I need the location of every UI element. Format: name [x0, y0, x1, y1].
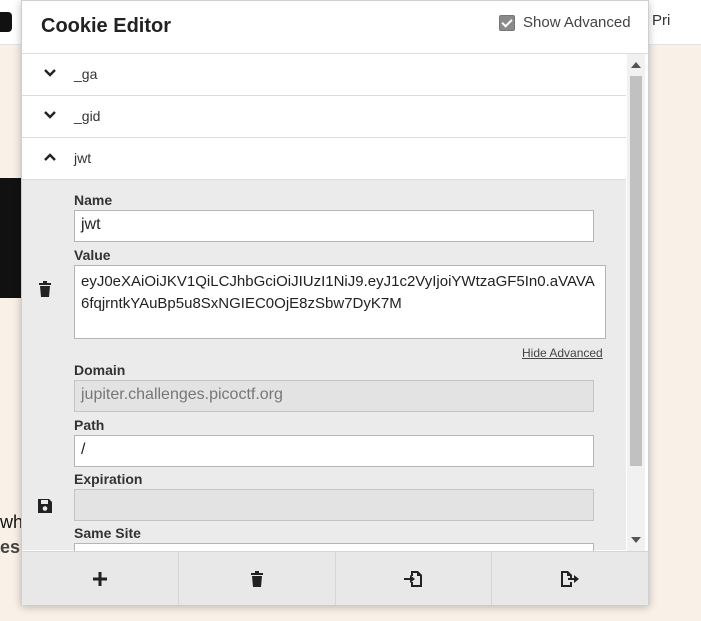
add-cookie-button[interactable]	[22, 552, 179, 605]
cookie-name: _gid	[74, 108, 101, 124]
cookie-name: _ga	[74, 66, 98, 82]
scrollbar-thumb[interactable]	[630, 76, 642, 466]
path-input[interactable]: /	[74, 435, 594, 467]
popup-title: Cookie Editor	[41, 15, 172, 37]
scroll-up-arrow-icon[interactable]	[631, 62, 641, 68]
background-text: es	[0, 537, 21, 557]
background-image	[0, 178, 22, 298]
scrollbar[interactable]	[627, 54, 645, 551]
cookie-details-panel: Name jwt Value eyJ0eXAiOiJKV1QiLCJhbGciO…	[22, 180, 626, 551]
show-advanced-checkbox[interactable]	[499, 14, 515, 31]
background-text: wh	[0, 512, 24, 532]
save-icon[interactable]	[36, 497, 54, 515]
same-site-select[interactable]	[74, 543, 594, 551]
path-label: Path	[74, 417, 105, 433]
export-button[interactable]	[492, 552, 648, 605]
chevron-down-icon	[44, 69, 56, 77]
show-advanced-label[interactable]: Show Advanced	[523, 14, 631, 31]
trash-icon	[250, 570, 263, 587]
value-label: Value	[74, 247, 111, 263]
background-nav-link[interactable]: Pri	[652, 12, 670, 29]
value-textarea[interactable]: eyJ0eXAiOiJKV1QiLCJhbGciOiJIUzI1NiJ9.eyJ…	[74, 265, 606, 339]
add-icon	[92, 571, 107, 586]
cookie-row-ga[interactable]: _ga	[22, 54, 626, 96]
cookie-list: _ga _gid jwt Name jwt Value eyJ0eXAiOiJK…	[22, 54, 626, 551]
name-label: Name	[74, 192, 113, 208]
chevron-up-icon	[44, 153, 56, 161]
import-icon	[404, 570, 423, 587]
export-icon	[561, 570, 580, 587]
scroll-down-arrow-icon[interactable]	[631, 537, 641, 543]
show-advanced-toggle[interactable]: Show Advanced	[499, 14, 631, 31]
cookie-row-jwt[interactable]: jwt	[22, 138, 626, 180]
delete-all-button[interactable]	[179, 552, 336, 605]
domain-input[interactable]: jupiter.challenges.picoctf.org	[74, 380, 594, 412]
domain-label: Domain	[74, 362, 126, 378]
popup-header: Cookie Editor Show Advanced	[22, 1, 648, 54]
cookie-name: jwt	[74, 150, 92, 166]
expiration-label: Expiration	[74, 471, 143, 487]
hide-advanced-link[interactable]: Hide Advanced	[522, 346, 603, 360]
background-logo	[0, 12, 12, 32]
name-input[interactable]: jwt	[74, 210, 594, 242]
cookie-editor-popup: Cookie Editor Show Advanced _ga _gid jwt	[21, 0, 649, 605]
trash-icon[interactable]	[36, 280, 54, 298]
same-site-label: Same Site	[74, 525, 141, 541]
chevron-down-icon	[44, 111, 56, 119]
expiration-input[interactable]	[74, 489, 594, 521]
import-button[interactable]	[336, 552, 493, 605]
cookie-row-gid[interactable]: _gid	[22, 96, 626, 138]
footer-toolbar	[22, 551, 648, 605]
